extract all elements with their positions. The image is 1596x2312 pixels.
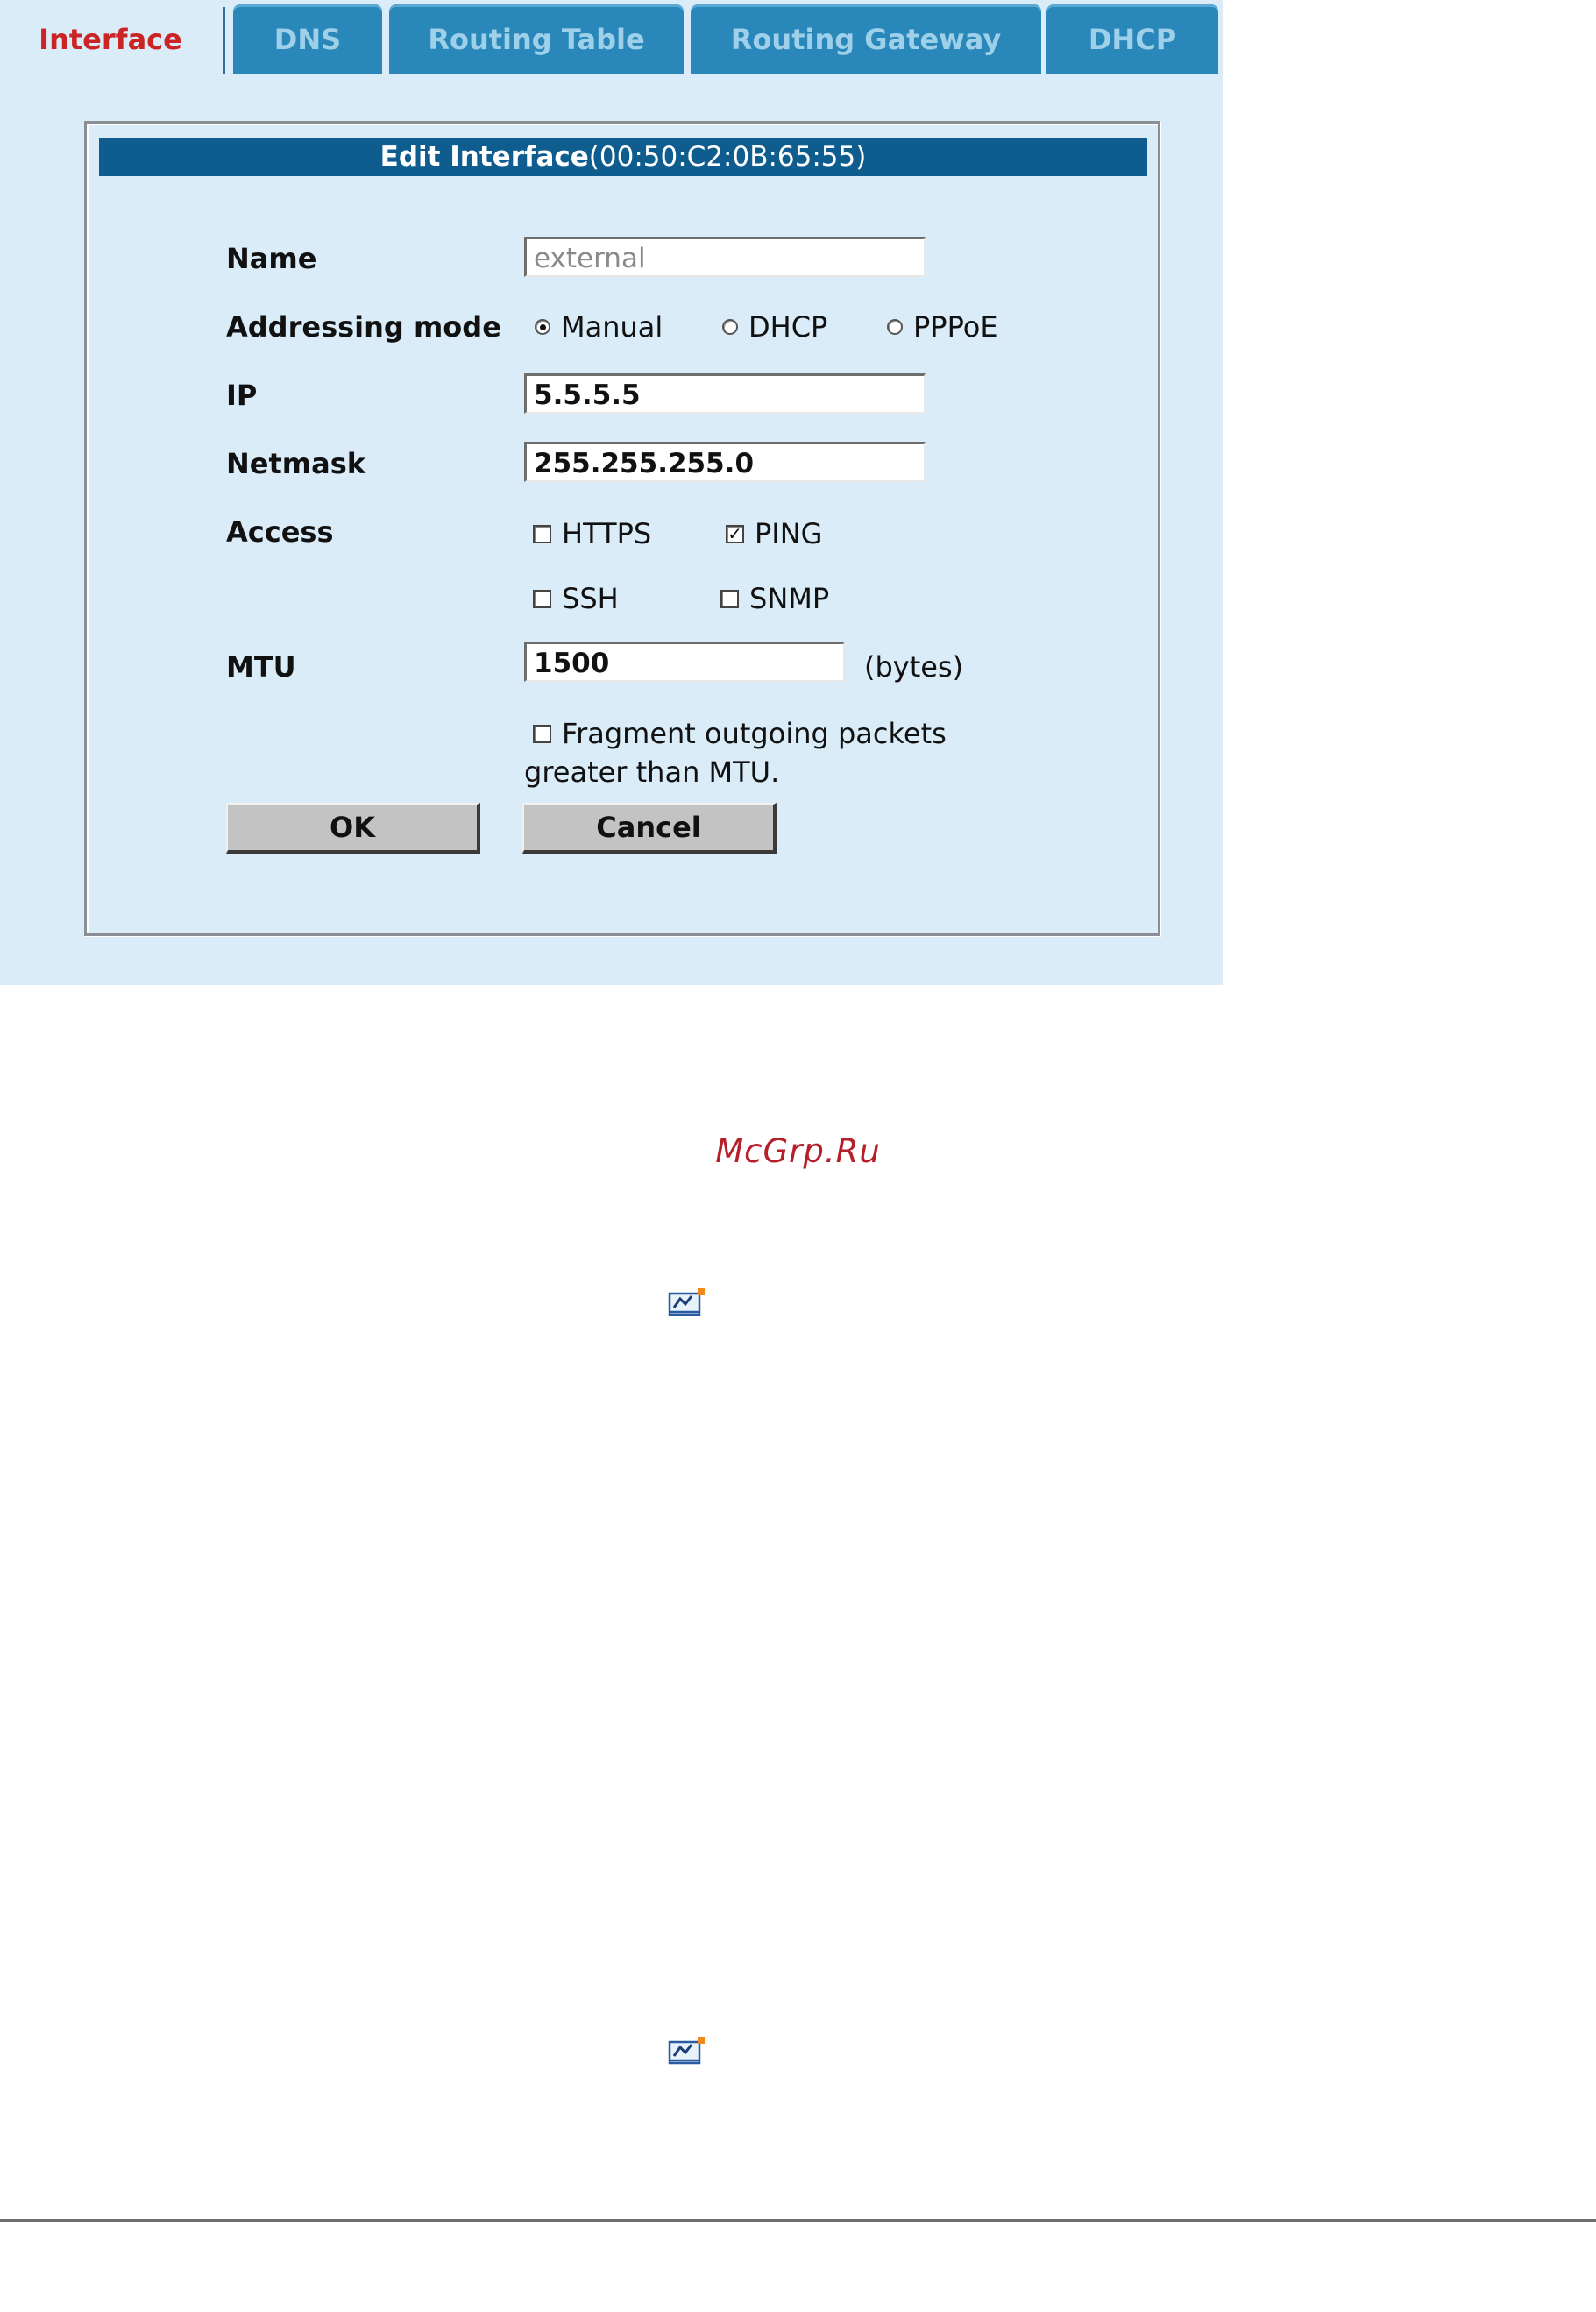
radio-pppoe[interactable]: PPPoE — [887, 310, 998, 344]
tab-routing-table[interactable]: Routing Table — [389, 4, 684, 74]
footer-divider — [0, 2219, 1596, 2222]
checkbox-https-box[interactable] — [533, 524, 551, 543]
checkbox-ping-box[interactable]: ✓ — [726, 524, 744, 543]
checkbox-https[interactable]: HTTPS — [533, 517, 651, 550]
checkbox-ssh[interactable]: SSH — [533, 582, 619, 615]
checkbox-fragment-box[interactable] — [533, 724, 551, 743]
checkbox-ssh-box[interactable] — [533, 589, 551, 608]
checkbox-fragment[interactable]: Fragment outgoing packets — [533, 717, 947, 750]
tab-bar: Interface DNS Routing Table Routing Gate… — [0, 0, 1223, 74]
radio-pppoe-label: PPPoE — [913, 310, 998, 344]
ok-button[interactable]: OK — [226, 803, 480, 854]
tab-dns[interactable]: DNS — [233, 4, 382, 74]
radio-dhcp[interactable]: DHCP — [722, 310, 827, 344]
note-icon[interactable] — [668, 2035, 706, 2065]
tab-routing-gateway[interactable]: Routing Gateway — [691, 4, 1041, 74]
addressing-mode-label: Addressing mode — [226, 310, 501, 344]
name-field[interactable] — [524, 237, 926, 277]
ip-field[interactable] — [524, 373, 926, 414]
fragment-label-line2: greater than MTU. — [524, 755, 780, 789]
mtu-label: MTU — [226, 650, 296, 684]
checkbox-snmp-box[interactable] — [720, 589, 739, 608]
mtu-field[interactable] — [524, 642, 845, 682]
name-label: Name — [226, 242, 317, 275]
cancel-button[interactable]: Cancel — [522, 803, 777, 854]
checkbox-ping[interactable]: ✓ PING — [726, 517, 822, 550]
checkbox-snmp[interactable]: SNMP — [720, 582, 829, 615]
fragment-label-line1: Fragment outgoing packets — [562, 717, 947, 750]
tab-dhcp[interactable]: DHCP — [1046, 4, 1218, 74]
mtu-unit: (bytes) — [864, 650, 964, 684]
checkbox-snmp-label: SNMP — [749, 582, 830, 615]
ip-label: IP — [226, 379, 258, 412]
network-settings-screenshot: Interface DNS Routing Table Routing Gate… — [0, 0, 1223, 985]
dialog-mac-address: (00:50:C2:0B:65:55) — [588, 141, 867, 173]
dialog-title-bar: Edit Interface (00:50:C2:0B:65:55) — [99, 138, 1147, 176]
checkbox-ping-label: PING — [755, 517, 823, 550]
dialog-title: Edit Interface — [379, 141, 589, 173]
tab-divider — [223, 7, 225, 74]
checkbox-ssh-label: SSH — [562, 582, 619, 615]
radio-pppoe-icon[interactable] — [887, 319, 903, 335]
access-label: Access — [226, 515, 334, 549]
netmask-label: Netmask — [226, 447, 366, 480]
radio-dhcp-label: DHCP — [748, 310, 828, 344]
note-icon[interactable] — [668, 1287, 706, 1316]
radio-manual-icon[interactable] — [535, 319, 550, 335]
tab-interface[interactable]: Interface — [0, 4, 221, 74]
radio-manual-label: Manual — [561, 310, 663, 344]
radio-manual[interactable]: Manual — [535, 310, 663, 344]
radio-dhcp-icon[interactable] — [722, 319, 738, 335]
netmask-field[interactable] — [524, 442, 926, 482]
checkbox-https-label: HTTPS — [562, 517, 652, 550]
watermark-text: McGrp.Ru — [715, 1132, 881, 1170]
